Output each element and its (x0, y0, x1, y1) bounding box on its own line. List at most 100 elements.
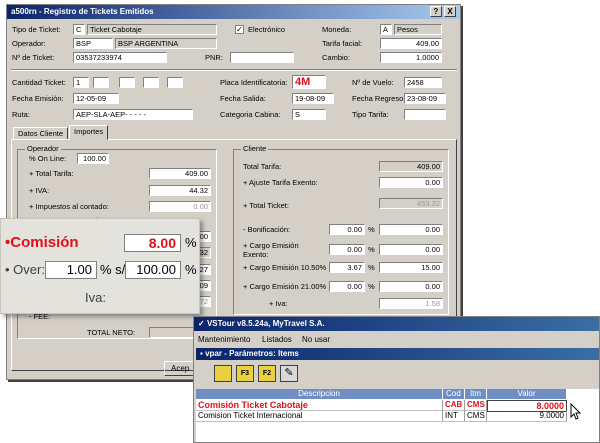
cl-ajuste-field[interactable]: 0.00 (379, 177, 443, 188)
vstour-check-icon: ✓ (198, 319, 207, 328)
op-total-tarifa-label: + Total Tarifa: (29, 169, 74, 178)
grid-header-valor[interactable]: Valor (487, 389, 567, 399)
window-title: a500rn - Registro de Tickets Emitidos (7, 5, 460, 19)
vpar-subwindow-title: ▪ vpar - Parámetros: Items (196, 348, 599, 360)
cl-cargo105-pct-field[interactable]: 3.67 (329, 262, 365, 273)
cambio-field[interactable]: 1.0000 (380, 52, 442, 63)
cl-cargo-ex-pct-field[interactable]: 0.00 (329, 244, 365, 255)
operador-label: Operador: (12, 39, 46, 48)
vstour-window: ✓ VSTour v8.5.24a, MyTravel S.A. Manteni… (193, 316, 600, 443)
emision-label: Fecha Emisión: (12, 94, 64, 103)
cl-bonif-pct-sign: % (368, 225, 375, 234)
operador-code[interactable]: BSP (73, 38, 113, 49)
table-row-1-cod[interactable]: CAB (443, 400, 465, 411)
cantidad-field-4[interactable] (143, 77, 159, 88)
toolbar-pencil-icon[interactable]: ✎ (280, 365, 298, 382)
regreso-field[interactable]: 23-08-09 (404, 93, 446, 104)
help-button[interactable]: ? (430, 6, 442, 17)
cl-bonif-field[interactable]: 0.00 (379, 224, 443, 235)
electronico-label: Electrónico (248, 25, 286, 34)
pnr-label: PNR: (205, 53, 223, 62)
moneda-label: Moneda: (322, 25, 352, 34)
cl-cargo21-label: + Cargo Emisión 21.00% (243, 282, 327, 291)
tipo-ticket-desc: Ticket Cabotaje (87, 24, 217, 35)
toolbar-f2-icon[interactable]: F2 (258, 365, 276, 382)
table-row-1-itm[interactable]: CMS (465, 400, 487, 411)
nticket-field[interactable]: 03537233974 (73, 52, 167, 63)
table-row-1-desc[interactable]: Comisión Ticket Cabotaje (196, 400, 443, 411)
ruta-field[interactable]: AEP-SLA-AEP- - - - - (73, 109, 193, 120)
toolbar-f3-icon[interactable]: F3 (236, 365, 254, 382)
cl-cargo21-pct-sign: % (368, 282, 375, 291)
zoom-over-of: % s/ (100, 262, 126, 277)
cl-iva-label: + Iva: (269, 299, 288, 308)
op-impuestos-field[interactable]: 0.00 (149, 201, 211, 212)
menu-listados[interactable]: Listados (262, 334, 292, 346)
toolbar-notebook-icon[interactable] (214, 365, 232, 382)
cantidad-field-3[interactable] (119, 77, 135, 88)
op-iva-field[interactable]: 44.32 (149, 185, 211, 196)
zoom-comision-pct: % (185, 235, 197, 250)
zoom-comision-field[interactable]: 8.00 (124, 234, 181, 252)
vuelo-field[interactable]: 2458 (404, 77, 442, 88)
moneda-code[interactable]: A (380, 24, 392, 35)
placa-label: Placa Identificatoria: (220, 78, 288, 87)
zoom-over-pct-field[interactable]: 1.00 (45, 261, 97, 279)
tarifa-facial-label: Tarifa facial: (322, 39, 363, 48)
commission-zoom-panel: •Comisión 8.00 % • Over: 1.00 % s/ 100.0… (0, 218, 200, 314)
vpar-title-text: vpar - Parámetros: Items (205, 349, 299, 358)
table-row-2-desc[interactable]: Comision Ticket Internacional (196, 411, 443, 422)
cabina-field[interactable]: S (292, 109, 326, 120)
placa-field[interactable]: 4M (292, 75, 326, 89)
electronico-checkbox[interactable]: ✓ (235, 25, 244, 34)
cl-cargo105-field[interactable]: 15.00 (379, 262, 443, 273)
emision-field[interactable]: 12-05-09 (73, 93, 119, 104)
tipo-tarifa-field[interactable] (404, 109, 446, 120)
tipo-ticket-code[interactable]: C (73, 24, 85, 35)
vstour-title: ✓ VSTour v8.5.24a, MyTravel S.A. (194, 317, 599, 331)
cliente-group-title: Cliente (241, 144, 269, 153)
cl-total-tarifa-field: 409.00 (379, 161, 443, 172)
tarifa-facial-field[interactable]: 409.00 (380, 38, 442, 49)
table-row-2-cod[interactable]: INT (443, 411, 465, 422)
table-row-2-itm[interactable]: CMS (465, 411, 487, 422)
vuelo-label: Nº de Vuelo: (352, 78, 394, 87)
close-button[interactable]: X (444, 6, 456, 17)
op-iva-label: + IVA: (29, 186, 50, 195)
cl-total-ticket-label: + Total Ticket: (243, 201, 289, 210)
vstour-title-text: VSTour v8.5.24a, MyTravel S.A. (206, 319, 325, 328)
menu-no-usar[interactable]: No usar (302, 334, 330, 346)
cantidad-field-1[interactable]: 1 (73, 77, 89, 88)
zoom-over-pct: % (185, 262, 197, 277)
ruta-label: Ruta: (12, 110, 30, 119)
cl-cargo21-field[interactable]: 0.00 (379, 281, 443, 292)
zoom-over-base-field[interactable]: 100.00 (125, 261, 181, 279)
operador-desc: BSP ARGENTINA (115, 38, 217, 49)
cl-bonif-pct-field[interactable]: 0.00 (329, 224, 365, 235)
tab-importes[interactable]: Importes (69, 125, 109, 140)
menu-mantenimiento[interactable]: Mantenimiento (198, 334, 250, 346)
cl-cargo-ex-label: + Cargo Emisión Exento: (243, 241, 299, 259)
tipo-tarifa-label: Tipo Tarifa: (352, 110, 389, 119)
cl-cargo-ex-field[interactable]: 0.00 (379, 244, 443, 255)
grid-header-itm[interactable]: Itm (465, 389, 487, 399)
op-total-neto-label: TOTAL NETO: (87, 328, 136, 337)
operador-group-title: Operador (25, 144, 61, 153)
cl-cargo21-pct-field[interactable]: 0.00 (329, 281, 365, 292)
salida-field[interactable]: 19-08-09 (292, 93, 334, 104)
online-field[interactable]: 100.00 (77, 153, 109, 164)
moneda-desc: Pesos (394, 24, 442, 35)
grid-header-cod[interactable]: Cod (443, 389, 465, 399)
cantidad-field-5[interactable] (167, 77, 183, 88)
cantidad-field-2[interactable] (93, 77, 109, 88)
cl-cargo-ex-pct-sign: % (368, 245, 375, 254)
op-total-tarifa-field[interactable]: 409.00 (149, 168, 211, 179)
zoom-iva-label: Iva: (85, 290, 106, 305)
pnr-field[interactable] (230, 52, 294, 63)
cl-ajuste-label: + Ajuste Tarifa Exento: (243, 178, 318, 187)
grid-header-descripcion[interactable]: Descripcion (196, 389, 443, 399)
zoom-over-label: • Over: (5, 262, 45, 277)
table-row-2-valor[interactable]: 9.0000 (487, 411, 567, 422)
cambio-label: Cambio: (322, 53, 350, 62)
cl-cargo105-pct-sign: % (368, 263, 375, 272)
